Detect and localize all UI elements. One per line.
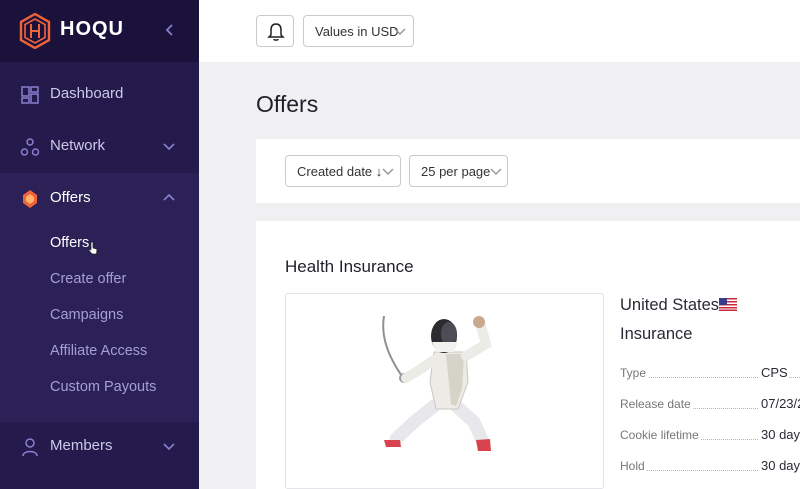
- notifications-button[interactable]: [256, 15, 294, 47]
- currency-select[interactable]: Values in USD: [303, 15, 414, 47]
- offer-image: [285, 293, 604, 489]
- sidebar-item-dashboard[interactable]: Dashboard: [0, 69, 199, 121]
- us-flag-icon: [719, 298, 737, 311]
- sidebar: HOQU Dashboard Network Offers Offers Cre…: [0, 0, 199, 489]
- detail-row-release-date: Release date 07/23/2: [620, 393, 800, 413]
- offers-submenu: Offers Create offer Campaigns Affiliate …: [0, 225, 199, 422]
- chevron-down-icon: [394, 28, 406, 36]
- chevron-down-icon: [163, 143, 175, 151]
- detail-row-cookie-lifetime: Cookie lifetime 30 days: [620, 424, 800, 444]
- offers-icon: [23, 190, 37, 208]
- collapse-sidebar-icon[interactable]: [162, 20, 178, 40]
- sidebar-item-network[interactable]: Network: [0, 121, 199, 173]
- dashboard-icon: [21, 86, 39, 104]
- sidebar-item-label: Network: [50, 137, 106, 154]
- detail-value: 07/23/2: [759, 396, 800, 411]
- sidebar-item-label: Offers: [50, 189, 91, 206]
- chevron-up-icon: [163, 193, 175, 201]
- sidebar-item-label: Members: [50, 437, 113, 454]
- submenu-item-offers[interactable]: Offers: [50, 235, 89, 251]
- per-page-select[interactable]: 25 per page: [409, 155, 508, 187]
- sidebar-item-label: Dashboard: [50, 85, 124, 102]
- pointer-cursor-icon: [88, 241, 98, 255]
- sidebar-item-offers[interactable]: Offers: [0, 173, 199, 225]
- submenu-item-custom-payouts[interactable]: Custom Payouts: [50, 379, 156, 395]
- offer-category: Insurance: [620, 325, 693, 343]
- members-icon: [22, 438, 38, 457]
- brand-name: HOQU: [60, 18, 124, 40]
- sidebar-item-members[interactable]: Members: [0, 421, 199, 473]
- offer-title[interactable]: Health Insurance: [285, 257, 414, 277]
- chevron-down-icon: [382, 168, 394, 176]
- detail-value: 30 days: [759, 458, 800, 473]
- offer-country: United States: [620, 296, 720, 314]
- page-title: Offers: [256, 91, 319, 117]
- detail-key: Release date: [620, 397, 693, 411]
- offer-card[interactable]: Health Insurance United States Insurance…: [256, 221, 800, 489]
- fencer-illustration: [382, 315, 492, 451]
- submenu-item-create-offer[interactable]: Create offer: [50, 271, 126, 287]
- detail-key: Hold: [620, 459, 647, 473]
- detail-value: CPS: [759, 365, 788, 380]
- logo-bar: HOQU: [0, 0, 199, 62]
- detail-row-hold: Hold 30 days: [620, 455, 800, 475]
- submenu-item-affiliate-access[interactable]: Affiliate Access: [50, 343, 147, 359]
- bell-icon: [267, 23, 285, 41]
- filters-bar: Created date ↓ 25 per page: [256, 139, 800, 203]
- currency-select-value: Values in USD: [315, 24, 399, 39]
- detail-key: Cookie lifetime: [620, 428, 701, 442]
- per-page-select-value: 25 per page: [421, 164, 491, 179]
- chevron-down-icon: [490, 168, 502, 176]
- chevron-down-icon: [163, 443, 175, 451]
- top-bar: Values in USD: [199, 0, 800, 62]
- submenu-item-campaigns[interactable]: Campaigns: [50, 307, 123, 323]
- network-icon: [20, 138, 40, 156]
- sort-select-value: Created date ↓: [297, 164, 383, 179]
- detail-value: 30 days: [759, 427, 800, 442]
- hoqu-logo-icon: [19, 13, 51, 49]
- detail-row-type: Type CPS: [620, 362, 800, 382]
- detail-key: Type: [620, 366, 649, 380]
- sort-select[interactable]: Created date ↓: [285, 155, 401, 187]
